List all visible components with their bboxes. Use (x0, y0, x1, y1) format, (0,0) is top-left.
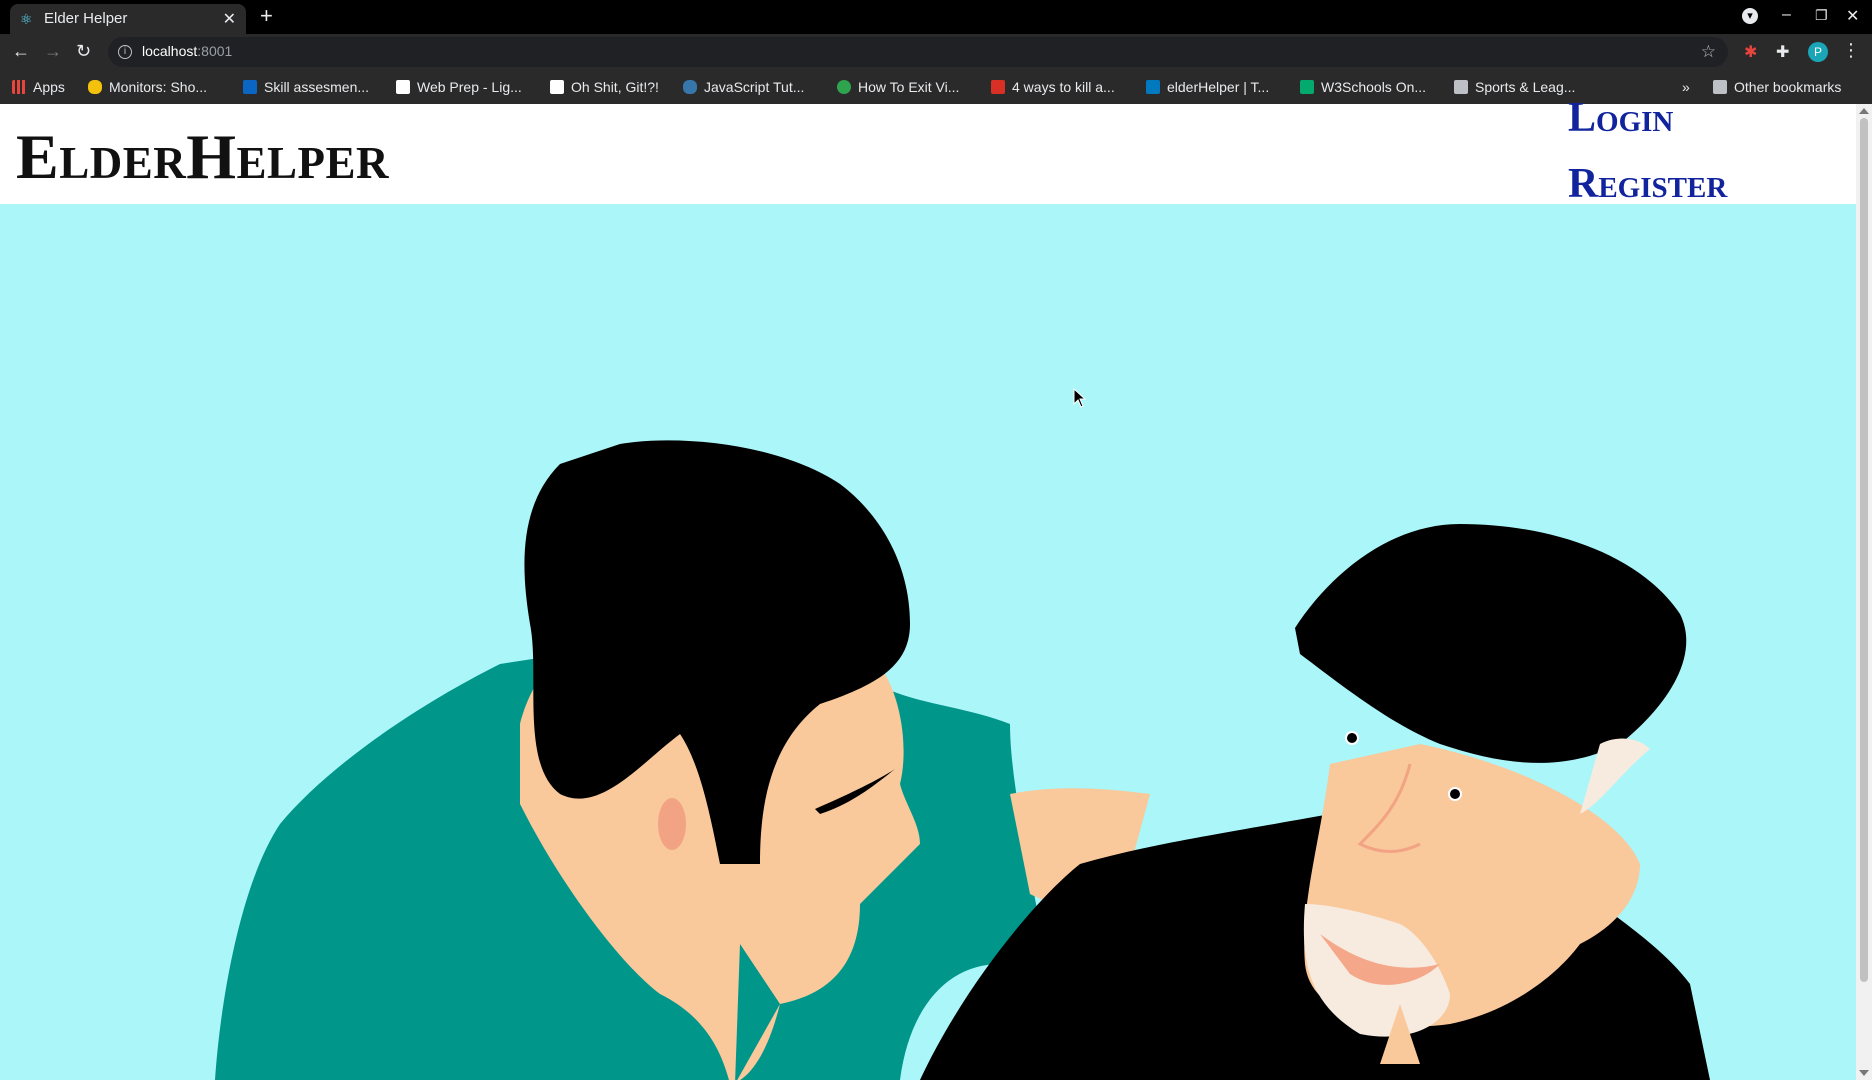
address-bar[interactable]: i localhost:8001 ☆ (108, 37, 1728, 67)
tab-search-icon[interactable]: ▾ (1742, 8, 1758, 24)
minimize-icon[interactable]: – (1782, 6, 1791, 24)
other-bookmarks[interactable]: Other bookmarks (1713, 79, 1841, 95)
back-icon[interactable]: ← (12, 41, 30, 61)
folder-icon (1713, 80, 1727, 94)
menu-icon[interactable]: ⋮ (1842, 40, 1860, 61)
bookmark-favicon-icon (837, 80, 851, 94)
bookmark-item[interactable]: Skill assesmen... (243, 79, 369, 95)
folder-icon (1454, 80, 1468, 94)
forward-icon[interactable]: → (44, 41, 62, 61)
brand-logo[interactable]: ElderHelper (16, 122, 389, 192)
register-link[interactable]: Register (1568, 160, 1727, 208)
extension-icon[interactable]: ✱ (1744, 42, 1757, 62)
linkedin-icon (243, 80, 257, 94)
close-icon[interactable]: ✕ (223, 9, 236, 29)
restore-icon[interactable]: ❐ (1815, 7, 1828, 24)
avatar[interactable]: P (1808, 42, 1828, 62)
bookmark-item[interactable]: Sports & Leag... (1454, 79, 1575, 95)
hero-illustration (215, 440, 1710, 1080)
scroll-down-icon[interactable] (1859, 1070, 1869, 1076)
scroll-up-icon[interactable] (1859, 108, 1869, 114)
bookmark-item[interactable]: elderHelper | T... (1146, 79, 1269, 95)
login-link[interactable]: Login (1568, 94, 1673, 142)
reload-icon[interactable]: ↻ (76, 41, 91, 61)
browser-tab-bar: ⚛ Elder Helper ✕ + ▾ – ❐ ✕ (0, 0, 1872, 34)
tab-title: Elder Helper (44, 10, 128, 27)
window-close-icon[interactable]: ✕ (1846, 6, 1859, 26)
hero-section (0, 204, 1856, 1080)
python-icon (683, 80, 697, 94)
bookmark-star-icon[interactable]: ☆ (1701, 42, 1716, 62)
bookmark-item[interactable]: JavaScript Tut... (683, 79, 804, 95)
bookmark-favicon-icon (991, 80, 1005, 94)
bookmark-item[interactable]: 4 ways to kill a... (991, 79, 1115, 95)
react-icon: ⚛ (20, 11, 33, 27)
bookmark-favicon-icon (396, 80, 410, 94)
w3schools-icon (1300, 80, 1314, 94)
bookmark-item[interactable]: How To Exit Vi... (837, 79, 959, 95)
trello-icon (1146, 80, 1160, 94)
url-text: localhost:8001 (142, 43, 233, 59)
site-header: ElderHelper Login Register (0, 95, 1856, 207)
page-scrollbar[interactable] (1856, 104, 1872, 1080)
bookmark-favicon-icon (550, 80, 564, 94)
bookmark-item[interactable]: Oh Shit, Git!?! (550, 79, 659, 95)
scroll-thumb[interactable] (1860, 118, 1868, 982)
bookmark-item[interactable]: Apps (12, 79, 65, 95)
bookmark-item[interactable]: Monitors: Sho... (88, 79, 207, 95)
bookmark-item[interactable]: W3Schools On... (1300, 79, 1426, 95)
cursor-icon (1073, 388, 1087, 408)
browser-toolbar: ← → ↻ i localhost:8001 ☆ ✱ ✚ P ⋮ (0, 34, 1872, 70)
bookmark-item[interactable]: Web Prep - Lig... (396, 79, 522, 95)
elder-cap (1295, 524, 1687, 763)
more-bookmarks-icon[interactable]: » (1682, 79, 1690, 95)
apps-grid-icon (12, 80, 26, 94)
browser-tab[interactable]: ⚛ Elder Helper ✕ (10, 4, 246, 34)
bookmark-favicon-icon (88, 80, 102, 94)
new-tab-button[interactable]: + (260, 4, 273, 28)
puzzle-icon[interactable]: ✚ (1776, 42, 1789, 62)
info-icon[interactable]: i (118, 45, 132, 59)
